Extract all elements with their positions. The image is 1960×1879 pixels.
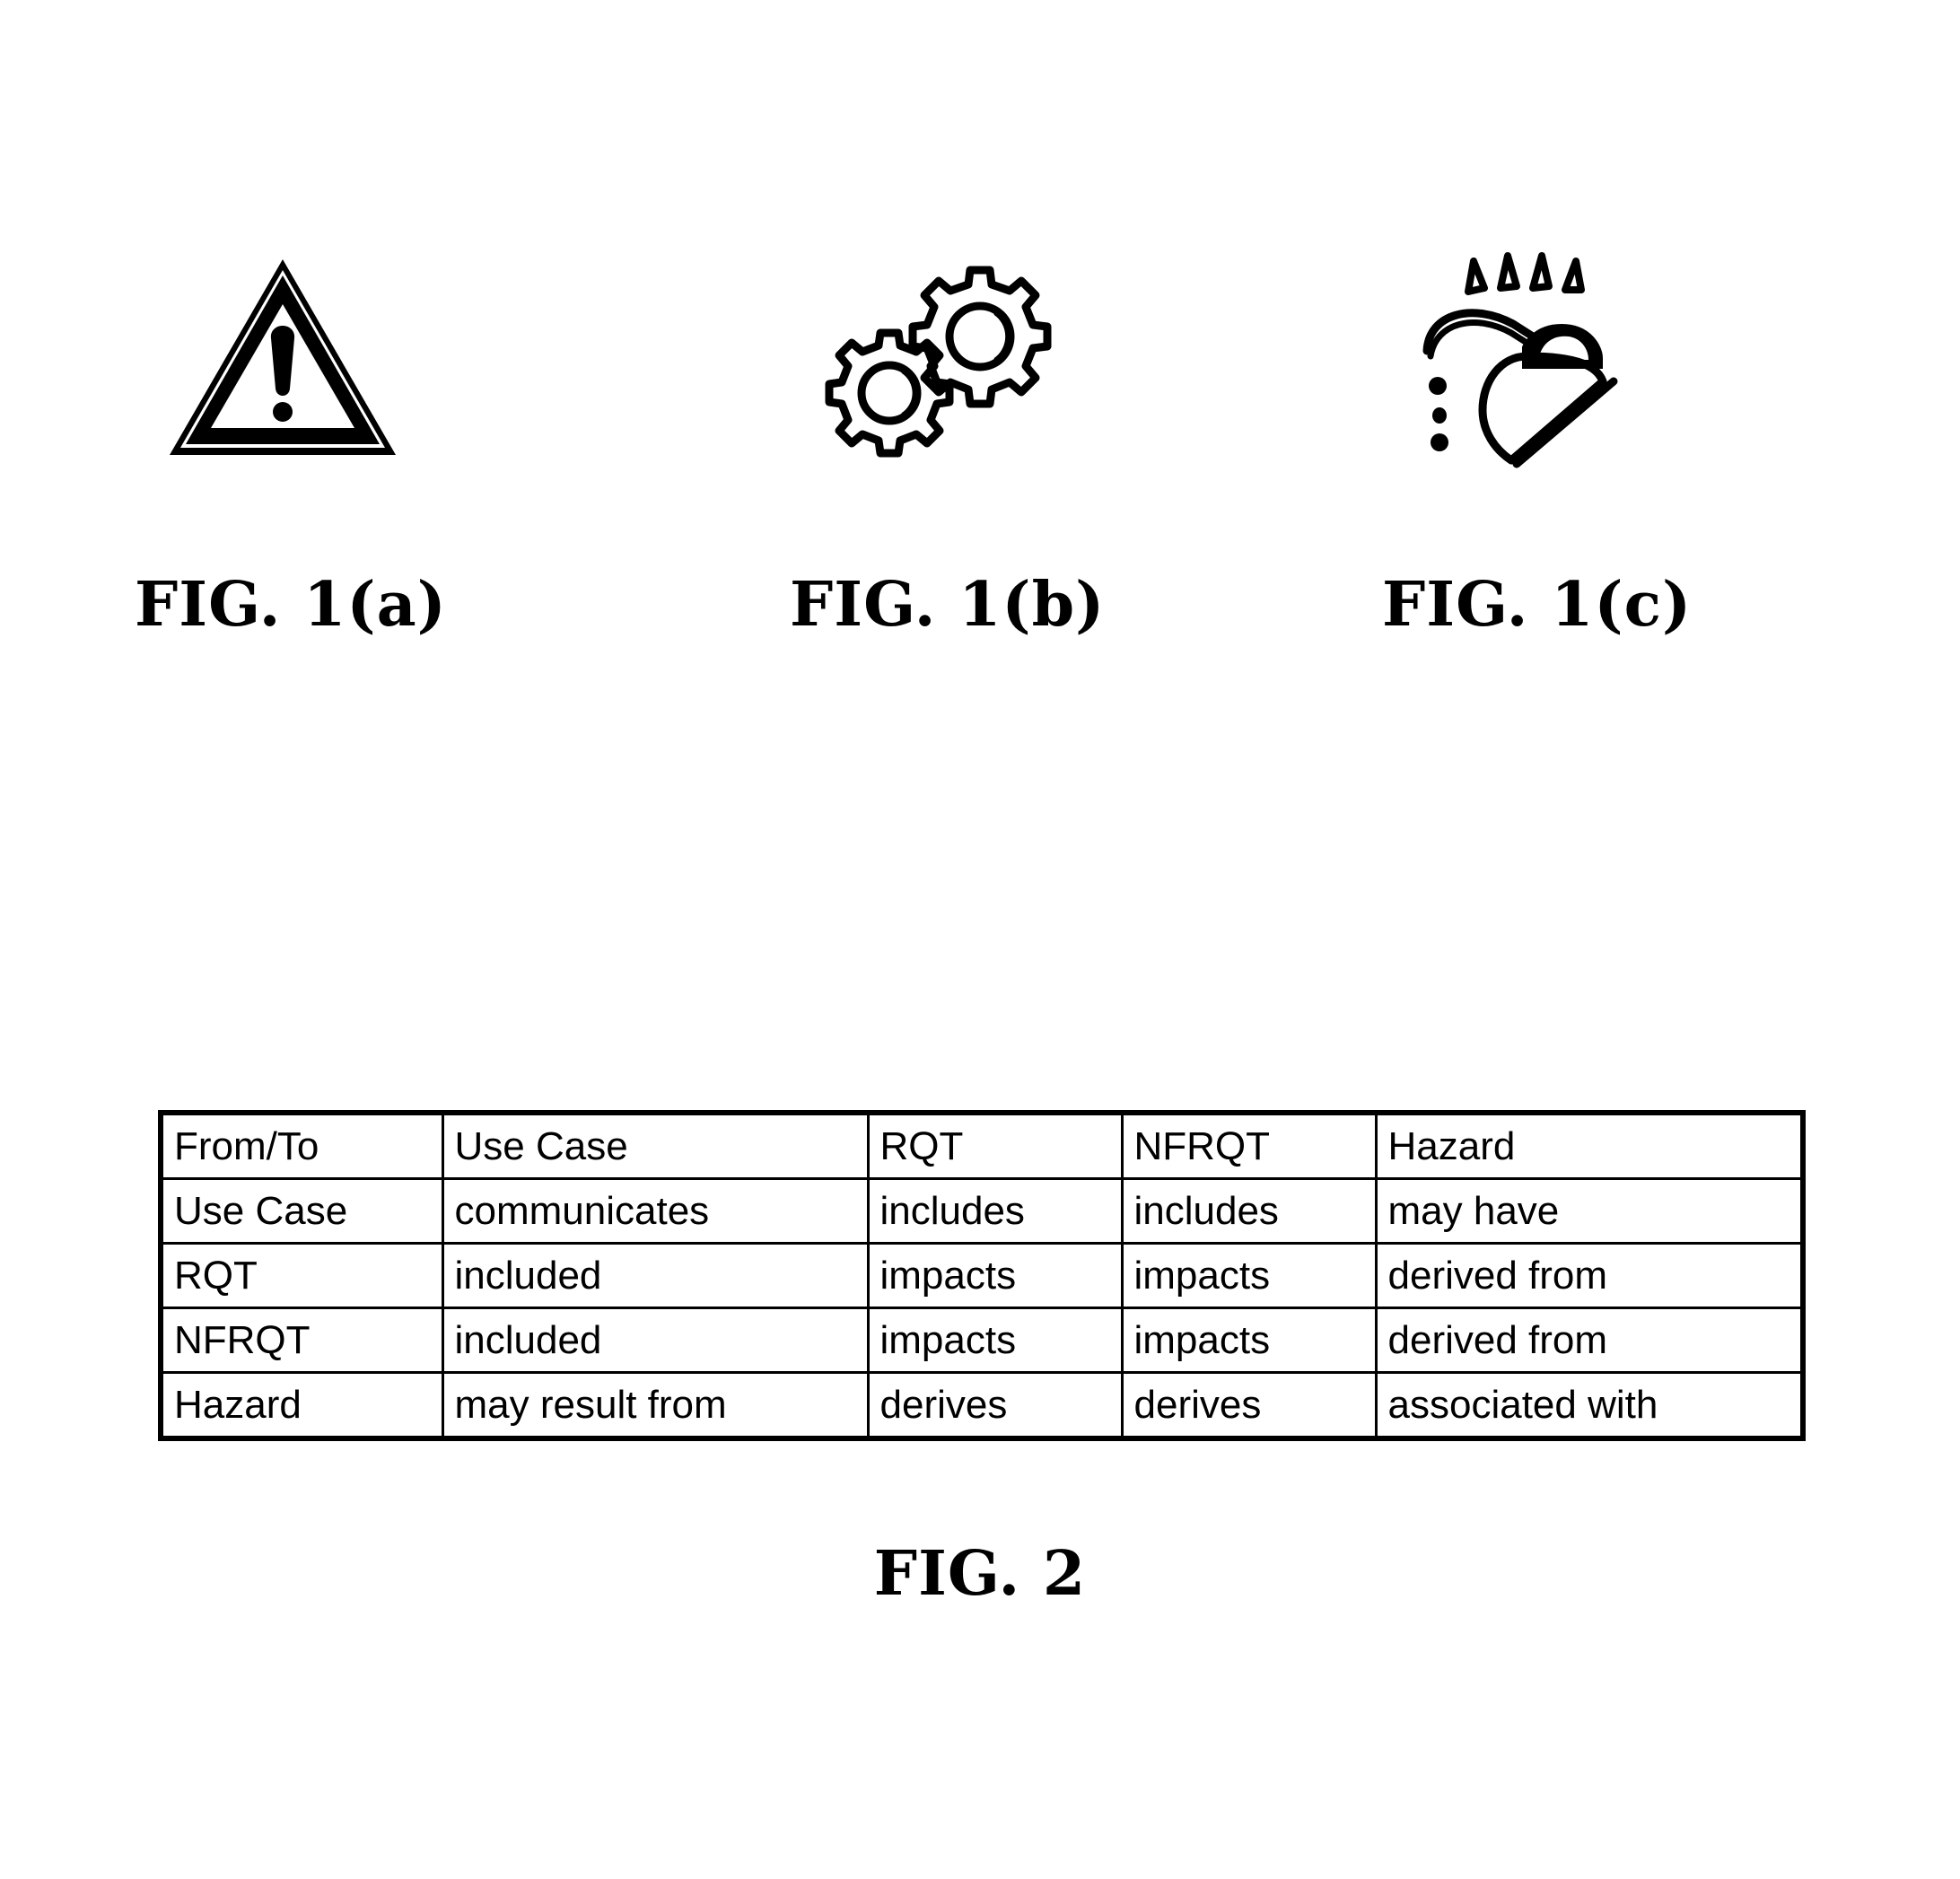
warning-triangle-icon: [170, 259, 396, 455]
table-header-cell: RQT: [866, 1111, 1124, 1180]
table-row-label: RQT: [159, 1242, 444, 1309]
table-cell: includes: [1120, 1177, 1378, 1245]
table-cell: impacts: [866, 1242, 1124, 1309]
patent-figure-page: FIG. 1(a) FIG. 1(b) FIG. 1(c) From/To Us…: [0, 0, 1960, 1879]
table-header-cell: Use Case: [441, 1111, 870, 1180]
table-row-label: NFRQT: [159, 1307, 444, 1374]
table-cell: impacts: [866, 1307, 1124, 1374]
table-cell: included: [441, 1307, 870, 1374]
shower-head-icon: [1422, 252, 1618, 468]
table-cell: associated with: [1374, 1371, 1805, 1440]
relationship-matrix-table-wrap: From/To Use Case RQT NFRQT Hazard Use Ca…: [158, 1110, 1806, 1441]
figure-1c-caption: FIG. 1(c): [1382, 569, 1693, 641]
figure-1a-caption: FIG. 1(a): [135, 569, 447, 641]
table-header-cell: NFRQT: [1120, 1111, 1378, 1180]
table-cell: derived from: [1374, 1307, 1805, 1374]
table-row: NFRQT included impacts impacts derived f…: [159, 1307, 1805, 1374]
gears-icon: [825, 266, 1052, 458]
table-cell: communicates: [441, 1177, 870, 1245]
table-cell: included: [441, 1242, 870, 1309]
table-row-label: Use Case: [159, 1177, 444, 1245]
figure-2-caption: FIG. 2: [873, 1538, 1087, 1610]
table-cell: impacts: [1120, 1242, 1378, 1309]
figure-1b-caption: FIG. 1(b): [790, 569, 1106, 641]
table-row: Use Case communicates includes includes …: [159, 1177, 1805, 1245]
relationship-matrix-table: From/To Use Case RQT NFRQT Hazard Use Ca…: [158, 1110, 1806, 1441]
table-header-cell: From/To: [159, 1111, 444, 1180]
table-cell: impacts: [1120, 1307, 1378, 1374]
table-header-cell: Hazard: [1374, 1111, 1805, 1180]
figure-1c-icon-cell: [1382, 206, 1678, 511]
table-header-row: From/To Use Case RQT NFRQT Hazard: [159, 1111, 1805, 1180]
table-cell: derived from: [1374, 1242, 1805, 1309]
table-cell: derives: [1120, 1371, 1378, 1440]
figure-1-icon-row: [0, 206, 1960, 511]
table-cell: includes: [866, 1177, 1124, 1245]
figure-1a-icon-cell: [135, 206, 431, 511]
figure-1b-icon-cell: [790, 206, 1086, 511]
table-cell: may result from: [441, 1371, 870, 1440]
table-row: RQT included impacts impacts derived fro…: [159, 1242, 1805, 1309]
table-cell: may have: [1374, 1177, 1805, 1245]
table-row-label: Hazard: [159, 1371, 444, 1440]
table-row: Hazard may result from derives derives a…: [159, 1371, 1805, 1440]
table-cell: derives: [866, 1371, 1124, 1440]
